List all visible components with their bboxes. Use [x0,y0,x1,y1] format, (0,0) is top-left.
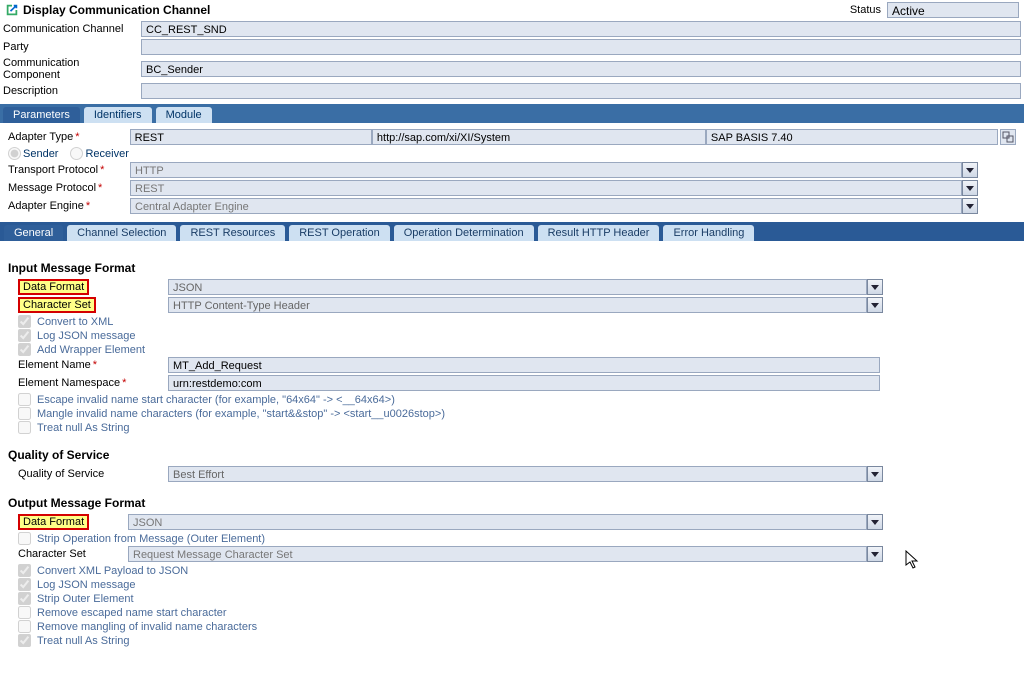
chk-convert-json [18,564,31,577]
message-protocol-label: Message Protocol [8,182,96,194]
chk-log-json-out-label: Log JSON message [37,579,135,591]
adapter-version-value: SAP BASIS 7.40 [706,129,998,145]
tab-operation-determination[interactable]: Operation Determination [394,225,534,241]
receiver-radio [70,147,83,160]
chk-remove-mangling-label: Remove mangling of invalid name characte… [37,621,257,633]
adapter-type-value: REST [130,129,372,145]
chk-log-json-in-label: Log JSON message [37,330,135,342]
chk-mangle [18,407,31,420]
adapter-value-help-button[interactable] [1000,129,1016,145]
transport-protocol-dropdown[interactable] [962,162,978,178]
element-name-label: Element Name [18,359,91,371]
output-data-format-label: Data Format [18,514,89,530]
adapter-type-label: Adapter Type [8,131,73,143]
tab-general[interactable]: General [4,225,63,241]
chk-escape [18,393,31,406]
required-star: * [75,131,79,143]
description-value [141,83,1021,99]
chk-treat-null-out [18,634,31,647]
output-charset-value: Request Message Character Set [128,546,867,562]
chk-remove-escaped [18,606,31,619]
status-value: Active [887,2,1019,18]
chk-strip-op [18,532,31,545]
element-name-value: MT_Add_Request [168,357,880,373]
message-protocol-value: REST [130,180,962,196]
comm-channel-label: Communication Channel [0,20,138,38]
chk-strip-outer-label: Strip Outer Element [37,593,134,605]
output-message-format-heading: Output Message Format [8,496,1016,510]
chk-remove-mangling [18,620,31,633]
adapter-engine-value: Central Adapter Engine [130,198,962,214]
message-protocol-dropdown[interactable] [962,180,978,196]
tab-rest-resources[interactable]: REST Resources [180,225,285,241]
chk-convert-xml [18,315,31,328]
element-namespace-value: urn:restdemo:com [168,375,880,391]
output-charset-label: Character Set [18,548,128,560]
description-label: Description [0,82,138,100]
cursor-icon [905,550,921,575]
chk-treat-null-out-label: Treat null As String [37,635,130,647]
output-data-format-dropdown[interactable] [867,514,883,530]
output-data-format-value: JSON [128,514,867,530]
value-help-icon [1002,131,1014,143]
chk-treat-null-in-label: Treat null As String [37,422,130,434]
chk-log-json-out [18,578,31,591]
input-charset-label: Character Set [18,297,96,313]
chk-escape-label: Escape invalid name start character (for… [37,394,395,406]
receiver-radio-label: Receiver [85,148,128,160]
tab-module[interactable]: Module [156,107,212,123]
comm-component-label: Communication Component [0,56,138,82]
input-charset-value: HTTP Content-Type Header [168,297,867,313]
chk-convert-xml-label: Convert to XML [37,316,113,328]
sender-radio-label: Sender [23,148,58,160]
input-charset-dropdown[interactable] [867,297,883,313]
input-data-format-label: Data Format [18,279,89,295]
tab-identifiers[interactable]: Identifiers [84,107,152,123]
qos-dropdown[interactable] [867,466,883,482]
chk-add-wrapper-label: Add Wrapper Element [37,344,145,356]
tab-parameters[interactable]: Parameters [3,107,80,123]
adapter-engine-dropdown[interactable] [962,198,978,214]
tab-result-http-header[interactable]: Result HTTP Header [538,225,660,241]
input-message-format-heading: Input Message Format [8,261,1016,275]
chk-strip-op-label: Strip Operation from Message (Outer Elem… [37,533,265,545]
comm-channel-value: CC_REST_SND [141,21,1021,37]
adapter-url-value: http://sap.com/xi/XI/System [372,129,706,145]
qos-heading: Quality of Service [8,448,1016,462]
qos-value: Best Effort [168,466,867,482]
adapter-engine-label: Adapter Engine [8,200,84,212]
qos-label: Quality of Service [18,468,168,480]
status-label: Status [850,4,881,16]
transport-protocol-label: Transport Protocol [8,164,98,176]
sub-tab-strip: General Channel Selection REST Resources… [0,222,1024,241]
tab-rest-operation[interactable]: REST Operation [289,225,390,241]
chk-remove-escaped-label: Remove escaped name start character [37,607,227,619]
input-data-format-value: JSON [168,279,867,295]
chk-treat-null-in [18,421,31,434]
main-tab-strip: Parameters Identifiers Module [0,104,1024,123]
input-data-format-dropdown[interactable] [867,279,883,295]
page-title: Display Communication Channel [23,3,210,17]
party-label: Party [0,38,138,56]
chk-convert-json-label: Convert XML Payload to JSON [37,565,188,577]
chk-mangle-label: Mangle invalid name characters (for exam… [37,408,445,420]
sender-radio [8,147,21,160]
output-charset-dropdown[interactable] [867,546,883,562]
party-value [141,39,1021,55]
tab-channel-selection[interactable]: Channel Selection [67,225,176,241]
chk-log-json-in [18,329,31,342]
element-namespace-label: Element Namespace [18,377,120,389]
channel-icon [5,3,19,17]
transport-protocol-value: HTTP [130,162,962,178]
chk-add-wrapper [18,343,31,356]
tab-error-handling[interactable]: Error Handling [663,225,754,241]
chk-strip-outer [18,592,31,605]
comm-component-value: BC_Sender [141,61,1021,77]
